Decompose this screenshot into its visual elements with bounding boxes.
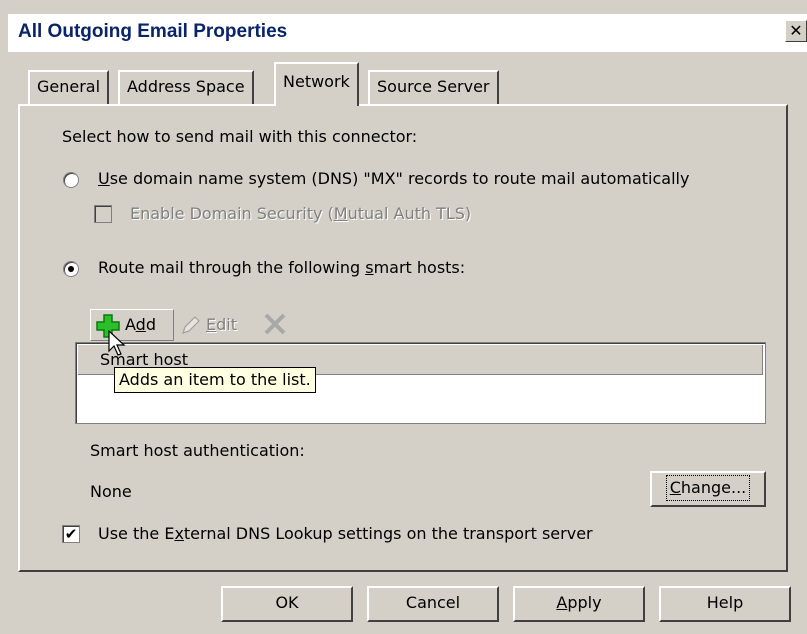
domain-security-checkbox[interactable] (94, 205, 112, 223)
smart-host-text-b: mart hosts: (373, 258, 466, 277)
cancel-button[interactable]: Cancel (367, 586, 499, 622)
external-dns-label[interactable]: Use the External DNS Lookup settings on … (98, 524, 593, 543)
tab-address-space-label: Address Space (127, 77, 245, 96)
smart-host-radio[interactable] (63, 261, 79, 277)
dns-radio[interactable] (63, 172, 79, 188)
remove-button[interactable] (263, 313, 287, 339)
external-dns-text-b: ternal DNS Lookup settings on the transp… (183, 524, 593, 543)
window-title: All Outgoing Email Properties (18, 21, 288, 42)
external-dns-text-a: Use the E (98, 524, 175, 543)
add-button[interactable]: Add (90, 309, 174, 341)
title-bar: All Outgoing Email Properties ✕ (8, 14, 807, 52)
edit-label: Edit (206, 315, 237, 334)
domain-security-text-a: Enable Domain Security ( (130, 204, 334, 223)
tab-network-label: Network (283, 72, 350, 91)
tab-general[interactable]: General (28, 70, 110, 104)
add-text-a: A (125, 315, 136, 334)
apply-label: Apply (556, 593, 601, 612)
properties-dialog: All Outgoing Email Properties ✕ General … (0, 0, 807, 634)
dns-label-text: se domain name system (DNS) "MX" records… (109, 169, 690, 188)
smart-host-mnemonic: s (365, 258, 374, 277)
apply-button[interactable]: Apply (513, 586, 645, 622)
edit-mnemonic: E (206, 315, 217, 334)
change-text: hange... (680, 478, 747, 497)
add-text-b: d (145, 315, 156, 334)
radio-selected-dot (68, 266, 74, 272)
dns-mnemonic: U (98, 169, 110, 188)
tab-general-label: General (37, 77, 101, 96)
smart-host-radio-label[interactable]: Route mail through the following smart h… (98, 258, 465, 277)
apply-text: pply (567, 593, 602, 612)
domain-security-label: Enable Domain Security (Mutual Auth TLS) (130, 204, 471, 223)
smart-host-text-a: Route mail through the following (98, 258, 366, 277)
apply-mnemonic: A (556, 593, 568, 612)
intro-text: Select how to send mail with this connec… (62, 127, 418, 146)
dns-radio-label[interactable]: Use domain name system (DNS) "MX" record… (98, 169, 689, 188)
auth-value: None (90, 482, 132, 501)
remove-x-icon (263, 313, 287, 339)
close-icon: ✕ (789, 21, 803, 40)
tab-network[interactable]: Network (274, 62, 359, 106)
cancel-label: Cancel (405, 593, 461, 612)
change-label: Change... (665, 475, 751, 501)
edit-text: dit (216, 315, 237, 334)
tab-source-server[interactable]: Source Server (368, 70, 499, 104)
add-label: Add (125, 315, 156, 334)
checkmark-icon: ✔ (64, 525, 78, 543)
external-dns-checkbox[interactable]: ✔ (62, 525, 80, 543)
help-button[interactable]: Help (659, 586, 791, 622)
ok-button[interactable]: OK (221, 586, 353, 622)
ok-label: OK (275, 593, 299, 612)
mouse-cursor-icon (108, 329, 126, 362)
help-label: Help (706, 593, 744, 612)
tab-address-space[interactable]: Address Space (118, 70, 254, 104)
domain-security-text-b: utual Auth TLS) (347, 204, 472, 223)
pencil-icon (180, 314, 202, 340)
domain-security-mnemonic: M (333, 204, 348, 223)
change-mnemonic: C (669, 478, 681, 497)
add-mnemonic: d (135, 315, 146, 334)
external-dns-mnemonic: x (174, 524, 184, 543)
close-button[interactable]: ✕ (785, 20, 807, 42)
change-button[interactable]: Change... (650, 471, 766, 507)
add-tooltip: Adds an item to the list. (114, 367, 316, 393)
auth-label: Smart host authentication: (90, 441, 305, 460)
tab-source-server-label: Source Server (377, 77, 490, 96)
